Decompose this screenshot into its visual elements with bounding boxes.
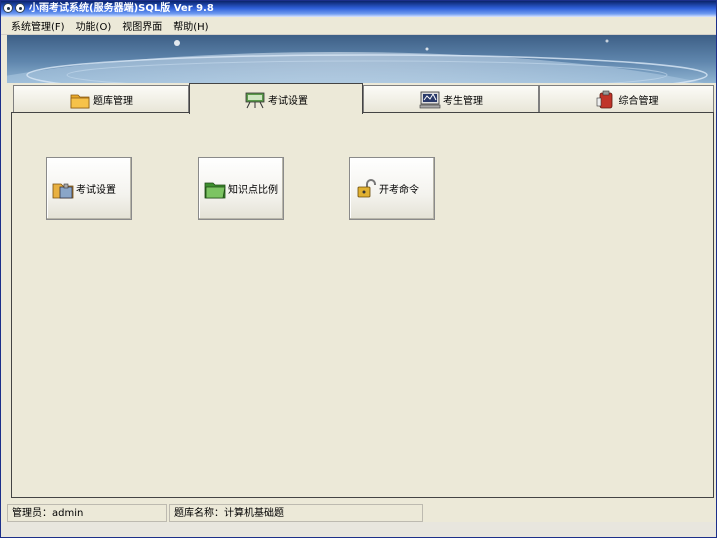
- app-icon[interactable]: [3, 3, 13, 13]
- bottom-strip: [1, 522, 716, 537]
- menu-help[interactable]: 帮助(H): [171, 17, 210, 34]
- menu-function[interactable]: 功能(O): [74, 17, 114, 34]
- status-admin: 管理员：admin: [7, 504, 167, 522]
- knowledge-ratio-button[interactable]: 知识点比例: [198, 157, 284, 220]
- title-bar-icons: [3, 3, 25, 15]
- menu-bar: 系统管理(F) 功能(O) 视图界面 帮助(H): [1, 17, 716, 35]
- green-folder-icon: [204, 182, 226, 198]
- folder-icon: [70, 94, 90, 108]
- status-bar: 管理员：admin 题库名称：计算机基础题: [7, 504, 716, 522]
- tab-question-bank[interactable]: 题库管理: [13, 85, 189, 113]
- app-window: 小雨考试系统(服务器端)SQL版 Ver 9.8 系统管理(F) 功能(O) 视…: [0, 0, 717, 538]
- button-label: 考试设置: [76, 185, 116, 196]
- exam-settings-button[interactable]: 考试设置: [46, 157, 132, 220]
- tab-label: 考生管理: [443, 96, 483, 107]
- header-banner: [7, 35, 716, 83]
- button-label: 知识点比例: [228, 185, 278, 196]
- title-bar[interactable]: 小雨考试系统(服务器端)SQL版 Ver 9.8: [1, 1, 716, 17]
- window-title: 小雨考试系统(服务器端)SQL版 Ver 9.8: [29, 3, 214, 14]
- menu-view[interactable]: 视图界面: [120, 17, 164, 34]
- tab-label: 综合管理: [618, 96, 659, 107]
- unlock-icon: [357, 178, 376, 197]
- tab-label: 考试设置: [268, 95, 308, 107]
- tab-exam-setup[interactable]: 考试设置: [189, 83, 363, 114]
- status-question-bank: 题库名称：计算机基础题: [169, 504, 423, 522]
- settings-icon: [52, 183, 74, 198]
- menu-system[interactable]: 系统管理(F): [9, 17, 67, 34]
- tab-examinee[interactable]: 考生管理: [363, 85, 539, 113]
- monitor-icon: [419, 91, 441, 108]
- tab-label: 题库管理: [93, 96, 133, 107]
- button-label: 开考命令: [379, 185, 419, 196]
- tab-general[interactable]: 综合管理: [539, 85, 714, 113]
- exam-setup-icon: [245, 92, 265, 109]
- exam-setup-panel: 考试设置 知识点比例 开考命令: [11, 112, 714, 498]
- app-icon-secondary[interactable]: [15, 3, 25, 13]
- tab-strip: 题库管理 考试设置 考生管理 综合管理: [11, 83, 714, 114]
- banner-art: [7, 39, 708, 83]
- tools-icon: [596, 90, 612, 108]
- start-exam-button[interactable]: 开考命令: [349, 157, 435, 220]
